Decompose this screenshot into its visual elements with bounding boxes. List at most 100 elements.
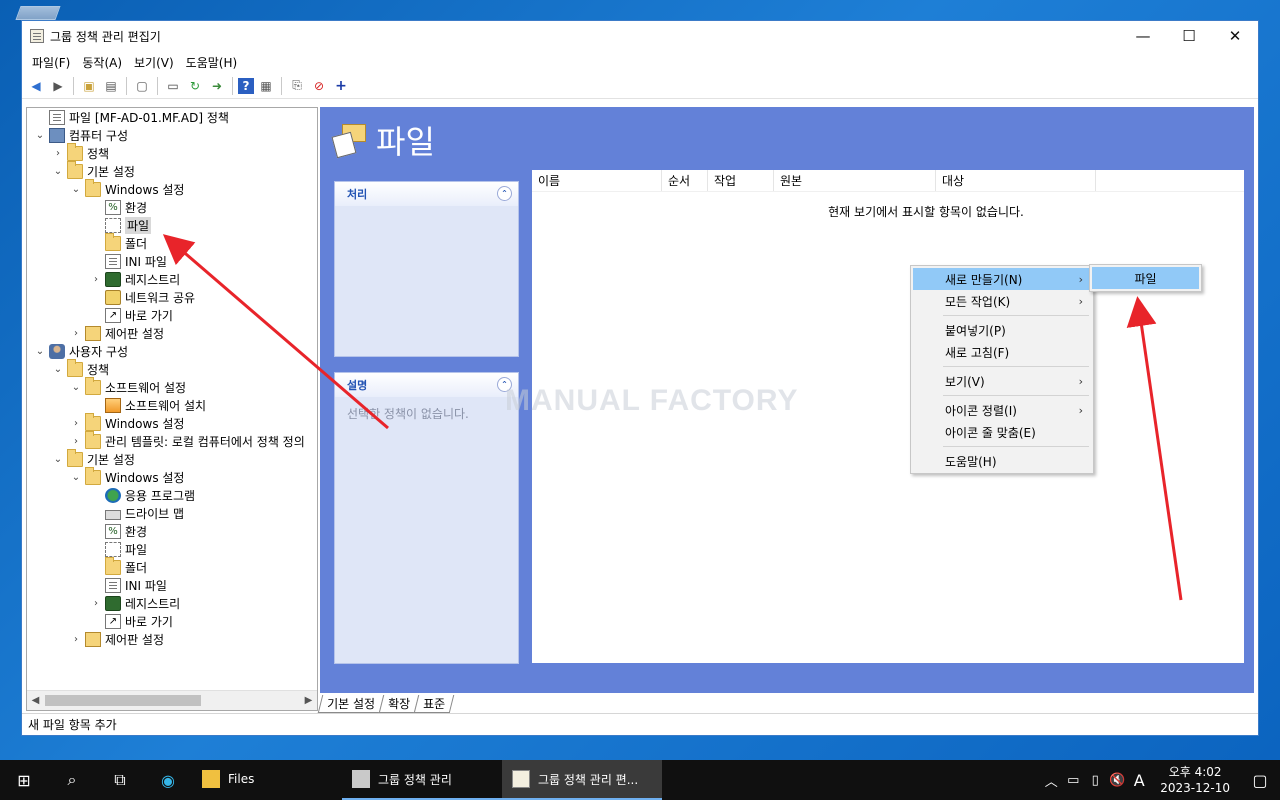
column-name[interactable]: 이름 [532,170,662,191]
tree-node[interactable]: ↗ 바로 가기 [27,306,317,324]
column-source[interactable]: 원본 [774,170,936,191]
tree-node[interactable]: › 제어판 설정 [27,630,317,648]
tree-node[interactable]: ⌄ 기본 설정 [27,160,317,180]
tree-node[interactable]: ↗ 바로 가기 [27,612,317,630]
expand-chevron-icon[interactable]: › [69,632,83,646]
clock[interactable]: 오후 4:02 2023-12-10 [1150,764,1240,796]
collapse-chevron-icon[interactable]: ⌄ [51,362,65,376]
taskbar-app-files[interactable]: Files [192,760,342,800]
tree-node[interactable]: › Windows 설정 [27,412,317,432]
tab-standard[interactable]: 표준 [413,695,455,713]
collapse-tasks-icon[interactable]: ⌃ [497,186,512,201]
collapse-chevron-icon[interactable]: ⌄ [69,380,83,394]
help-icon[interactable]: ? [238,77,254,94]
collapse-chevron-icon[interactable]: ⌄ [69,470,83,484]
expand-chevron-icon[interactable]: › [69,434,83,448]
tree-node[interactable]: 응용 프로그램 [27,486,317,504]
collapse-chevron-icon[interactable]: ⌄ [51,164,65,178]
notification-icon[interactable]: ▢ [1240,771,1280,790]
properties-icon[interactable]: ▦ [256,76,276,96]
menu-file[interactable]: 파일(F) [26,54,76,71]
desktop-icon[interactable] [15,6,61,20]
tree-node[interactable]: 소프트웨어 설치 [27,396,317,414]
menu-help[interactable]: 도움말(H) [180,54,244,71]
tree-node[interactable]: 파일 [27,216,317,234]
edge-icon[interactable]: ◉ [144,760,192,800]
copy-icon[interactable]: ▢ [132,76,152,96]
tree-node[interactable]: INI 파일 [27,576,317,594]
tree-node[interactable]: INI 파일 [27,252,317,270]
menu-action[interactable]: 동작(A) [76,54,128,71]
tree-node[interactable]: › 레지스트리 [27,270,317,288]
search-icon[interactable]: ⌕ [48,760,96,800]
tree-node[interactable]: › 레지스트리 [27,594,317,612]
context-menu-item[interactable]: 새로 만들기(N) › [913,268,1091,290]
refresh-icon[interactable]: ↻ [185,76,205,96]
close-button[interactable]: ✕ [1212,21,1258,51]
show-hidden-icons-icon[interactable]: ︿ [1040,771,1062,790]
tree-node[interactable]: › 정책 [27,142,317,162]
ime-indicator[interactable]: A [1128,771,1150,790]
context-menu-item[interactable]: 도움말(H) [913,450,1091,472]
scroll-right-icon[interactable]: ▶ [300,691,317,710]
taskbar-app-gpo-editor[interactable]: 그룹 정책 관리 편... [502,760,662,800]
tree-node[interactable]: ⌄ 컴퓨터 구성 [27,126,317,144]
maximize-button[interactable]: ☐ [1166,21,1212,51]
tree-node[interactable]: 파일 [MF-AD-01.MF.AD] 정책 [27,108,317,126]
network-icon[interactable]: ▯ [1084,773,1106,788]
tree-node[interactable]: ⌄ 정책 [27,358,317,378]
context-menu-item[interactable]: 붙여넣기(P) [913,319,1091,341]
tree-node[interactable]: ⌄ 기본 설정 [27,448,317,468]
context-menu-item[interactable]: 보기(V) › [913,370,1091,392]
column-target[interactable]: 대상 [936,170,1096,191]
submenu-item-file[interactable]: 파일 [1092,267,1199,289]
expand-chevron-icon[interactable]: › [69,326,83,340]
tree-node[interactable]: % 환경 [27,522,317,540]
expand-chevron-icon[interactable]: › [69,416,83,430]
task-view-icon[interactable]: ⧉ [96,760,144,800]
tree-node[interactable]: › 관리 템플릿: 로컬 컴퓨터에서 정책 정의 [27,430,317,450]
expand-chevron-icon[interactable]: › [89,596,103,610]
add-icon[interactable]: + [331,76,351,96]
minimize-button[interactable]: — [1120,21,1166,51]
tree-node[interactable]: ⌄ Windows 설정 [27,178,317,198]
forward-icon[interactable]: ▶ [48,76,68,96]
volume-muted-icon[interactable]: 🔇 [1106,773,1128,788]
tree-node[interactable]: 파일 [27,540,317,558]
collapse-chevron-icon[interactable]: ⌄ [51,452,65,466]
tree-node[interactable]: 폴더 [27,556,317,576]
export-icon[interactable]: ➜ [207,76,227,96]
tree-node[interactable]: › 제어판 설정 [27,324,317,342]
context-menu-item[interactable]: 새로 고침(F) [913,341,1091,363]
tree-node[interactable]: 드라이브 맵 [27,504,317,522]
new-item-icon[interactable]: ⎘ [287,76,307,96]
collapse-chevron-icon[interactable]: ⌄ [69,182,83,196]
tree-node[interactable]: 네트워크 공유 [27,288,317,306]
print-icon[interactable]: ▭ [163,76,183,96]
collapse-chevron-icon[interactable]: ⌄ [33,128,47,142]
expand-chevron-icon[interactable]: › [51,146,65,160]
tree-hscrollbar[interactable]: ◀ ▶ [27,690,317,710]
expand-chevron-icon[interactable]: › [89,272,103,286]
tree-node[interactable]: ⌄ Windows 설정 [27,466,317,486]
taskbar-app-gpmc[interactable]: 그룹 정책 관리 [342,760,502,800]
up-folder-icon[interactable]: ▣ [79,76,99,96]
tree-node[interactable]: ⌄ 소프트웨어 설정 [27,376,317,396]
stop-icon[interactable]: ⊘ [309,76,329,96]
scroll-thumb[interactable] [45,695,201,706]
tree-node[interactable]: ⌄ 사용자 구성 [27,342,317,360]
tree-node[interactable]: 폴더 [27,232,317,252]
back-icon[interactable]: ◀ [26,76,46,96]
tree-node[interactable]: % 환경 [27,198,317,216]
column-action[interactable]: 작업 [708,170,774,191]
context-menu-item[interactable]: 아이콘 줄 맞춤(E) [913,421,1091,443]
battery-icon[interactable]: ▭ [1062,773,1084,788]
start-icon[interactable]: ⊞ [0,760,48,800]
show-tree-icon[interactable]: ▤ [101,76,121,96]
tab-preferences[interactable]: 기본 설정 [317,695,385,713]
scroll-left-icon[interactable]: ◀ [27,691,44,710]
menu-view[interactable]: 보기(V) [128,54,180,71]
context-menu-item[interactable]: 모든 작업(K) › [913,290,1091,312]
context-menu-item[interactable]: 아이콘 정렬(I) › [913,399,1091,421]
collapse-chevron-icon[interactable]: ⌄ [33,344,47,358]
